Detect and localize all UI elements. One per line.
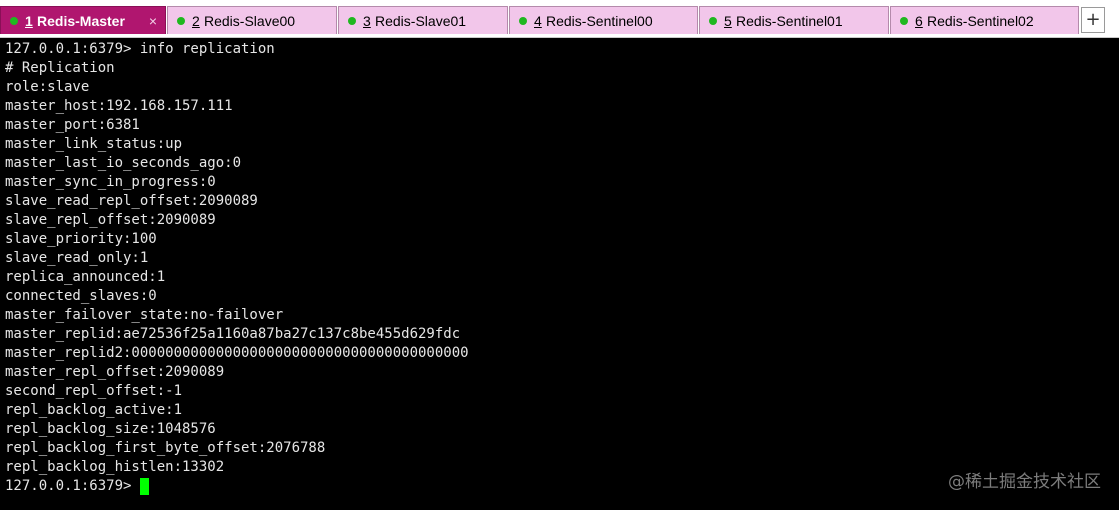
status-dot-icon (177, 17, 185, 25)
terminal-line: slave_repl_offset:2090089 (5, 212, 216, 228)
terminal-line: repl_backlog_size:1048576 (5, 421, 216, 437)
tab-redis-master[interactable]: 1 Redis-Master × (0, 6, 166, 34)
new-tab-button[interactable]: + (1081, 7, 1105, 33)
terminal-line: role:slave (5, 79, 90, 95)
terminal-line: slave_priority:100 (5, 231, 157, 247)
terminal-line: repl_backlog_active:1 (5, 402, 183, 418)
tab-number: 4 (534, 13, 542, 29)
tab-redis-slave01[interactable]: 3 Redis-Slave01 (338, 6, 508, 34)
tab-label: Redis-Sentinel01 (736, 13, 843, 29)
terminal-line: master_replid:ae72536f25a1160a87ba27c137… (5, 326, 461, 342)
status-dot-icon (709, 17, 717, 25)
status-dot-icon (348, 17, 356, 25)
terminal-line: master_port:6381 (5, 117, 140, 133)
tab-label: Redis-Sentinel02 (927, 13, 1034, 29)
terminal-output[interactable]: 127.0.0.1:6379> info replication # Repli… (5, 40, 1115, 506)
terminal-prompt: 127.0.0.1:6379> (5, 478, 132, 494)
status-dot-icon (10, 17, 18, 25)
tab-number: 6 (915, 13, 923, 29)
terminal-line: replica_announced:1 (5, 269, 166, 285)
close-icon[interactable]: × (149, 7, 157, 34)
terminal-line: master_host:192.168.157.111 (5, 98, 233, 114)
terminal-line: master_link_status:up (5, 136, 183, 152)
tab-redis-sentinel00[interactable]: 4 Redis-Sentinel00 (509, 6, 698, 34)
status-dot-icon (519, 17, 527, 25)
terminal-line: master_sync_in_progress:0 (5, 174, 216, 190)
tab-redis-sentinel01[interactable]: 5 Redis-Sentinel01 (699, 6, 889, 34)
terminal-line: # Replication (5, 60, 115, 76)
text-cursor (140, 478, 150, 495)
terminal-line: master_last_io_seconds_ago:0 (5, 155, 242, 171)
terminal-line: repl_backlog_first_byte_offset:2076788 (5, 440, 326, 456)
watermark: @稀土掘金技术社区 (948, 472, 1101, 492)
terminal-line: slave_read_only:1 (5, 250, 149, 266)
terminal-line: master_replid2:0000000000000000000000000… (5, 345, 469, 361)
terminal-line: connected_slaves:0 (5, 288, 157, 304)
terminal-window: 1 Redis-Master × 2 Redis-Slave00 3 Redis… (0, 0, 1119, 510)
terminal-line: second_repl_offset:-1 (5, 383, 183, 399)
tab-number: 3 (363, 13, 371, 29)
tab-label: Redis-Slave00 (204, 13, 296, 29)
tab-label: Redis-Sentinel00 (546, 13, 653, 29)
tab-redis-sentinel02[interactable]: 6 Redis-Sentinel02 (890, 6, 1079, 34)
tab-number: 5 (724, 13, 732, 29)
terminal-line: 127.0.0.1:6379> info replication (5, 41, 275, 57)
tab-redis-slave00[interactable]: 2 Redis-Slave00 (167, 6, 337, 34)
tab-bar: 1 Redis-Master × 2 Redis-Slave00 3 Redis… (0, 0, 1119, 38)
tab-label: Redis-Master (37, 13, 125, 29)
status-dot-icon (900, 17, 908, 25)
tab-number: 2 (192, 13, 200, 29)
tab-number: 1 (25, 13, 33, 29)
tab-label: Redis-Slave01 (375, 13, 467, 29)
terminal-line: master_repl_offset:2090089 (5, 364, 225, 380)
terminal-line: master_failover_state:no-failover (5, 307, 284, 323)
terminal-line: slave_read_repl_offset:2090089 (5, 193, 258, 209)
